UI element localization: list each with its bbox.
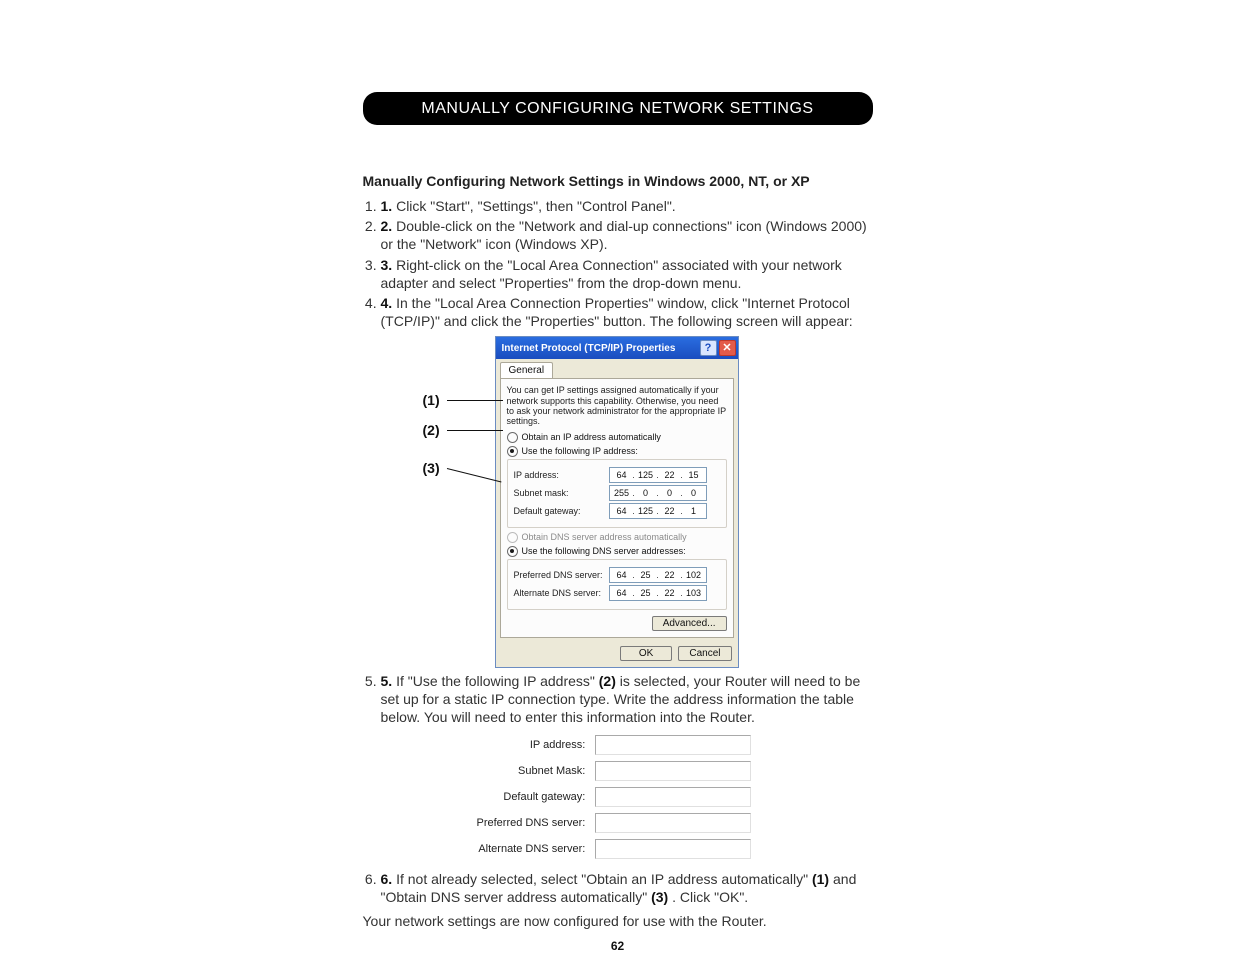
dns-group: Preferred DNS server: 64. 25. 22. 102 Al…	[507, 559, 727, 610]
step-4-text: In the "Local Area Connection Properties…	[381, 295, 853, 329]
radio-obtain-dns: Obtain DNS server address automatically	[507, 532, 727, 543]
ref-2: (2)	[599, 673, 616, 689]
cancel-button[interactable]: Cancel	[678, 646, 731, 661]
radio-obtain-ip-label: Obtain an IP address automatically	[522, 432, 661, 442]
ok-button[interactable]: OK	[620, 646, 672, 661]
step-2: 2. Double-click on the "Network and dial…	[381, 217, 873, 253]
form-adns-field[interactable]	[595, 839, 751, 859]
dialog-title: Internet Protocol (TCP/IP) Properties	[502, 343, 676, 354]
step-1: 1. Click "Start", "Settings", then "Cont…	[381, 197, 873, 215]
radio-obtain-dns-label: Obtain DNS server address automatically	[522, 532, 687, 542]
form-ip-field[interactable]	[595, 735, 751, 755]
radio-obtain-ip[interactable]: Obtain an IP address automatically	[507, 432, 727, 443]
form-mask-field[interactable]	[595, 761, 751, 781]
help-icon[interactable]: ?	[700, 340, 717, 356]
address-form-table: IP address: Subnet Mask: Default gateway…	[473, 732, 756, 862]
step-5: 5. If "Use the following IP address" (2)…	[381, 672, 873, 727]
final-note: Your network settings are now configured…	[363, 913, 873, 929]
dialog-titlebar[interactable]: Internet Protocol (TCP/IP) Properties ? …	[496, 337, 738, 359]
callout-1: (1)	[423, 392, 440, 408]
steps-list-2: 5. If "Use the following IP address" (2)…	[363, 672, 873, 727]
table-row: IP address:	[473, 732, 756, 758]
dialog-description: You can get IP settings assigned automat…	[507, 385, 727, 426]
ref-3: (3)	[651, 889, 668, 905]
table-row: Alternate DNS server:	[473, 836, 756, 862]
radio-icon	[507, 532, 518, 543]
dialog-panel: You can get IP settings assigned automat…	[500, 378, 734, 637]
step-6-text-c: . Click "OK".	[672, 889, 748, 905]
radio-icon	[507, 546, 518, 557]
radio-icon	[507, 432, 518, 443]
tcpip-dialog: Internet Protocol (TCP/IP) Properties ? …	[495, 336, 739, 667]
ip-group: IP address: 64. 125. 22. 15 Subnet mask:…	[507, 459, 727, 528]
radio-use-dns[interactable]: Use the following DNS server addresses:	[507, 546, 727, 557]
steps-list-3: 6. If not already selected, select "Obta…	[363, 870, 873, 906]
tab-bar: General	[496, 359, 738, 378]
form-ip-label: IP address:	[473, 732, 592, 758]
form-gw-label: Default gateway:	[473, 784, 592, 810]
step-6: 6. If not already selected, select "Obta…	[381, 870, 873, 906]
form-pdns-field[interactable]	[595, 813, 751, 833]
step-6-text-a: If not already selected, select "Obtain …	[396, 871, 812, 887]
alternate-dns-label: Alternate DNS server:	[514, 588, 609, 598]
step-5-text-a: If "Use the following IP address"	[396, 673, 599, 689]
table-row: Default gateway:	[473, 784, 756, 810]
step-1-text: Click "Start", "Settings", then "Control…	[396, 198, 676, 214]
table-row: Preferred DNS server:	[473, 810, 756, 836]
form-adns-label: Alternate DNS server:	[473, 836, 592, 862]
preferred-dns-label: Preferred DNS server:	[514, 570, 609, 580]
callout-3: (3)	[423, 460, 440, 476]
page-banner: MANUALLY CONFIGURING NETWORK SETTINGS	[363, 92, 873, 125]
steps-list: 1. Click "Start", "Settings", then "Cont…	[363, 197, 873, 330]
dialog-figure: (1) (2) (3) Internet Protocol (TCP/IP) P…	[363, 336, 873, 667]
step-4: 4. In the "Local Area Connection Propert…	[381, 294, 873, 330]
ip-address-field[interactable]: 64. 125. 22. 15	[609, 467, 707, 483]
step-3: 3. Right-click on the "Local Area Connec…	[381, 256, 873, 292]
callout-2: (2)	[423, 422, 440, 438]
page-number: 62	[363, 939, 873, 953]
subnet-mask-field[interactable]: 255. 0. 0. 0	[609, 485, 707, 501]
default-gateway-label: Default gateway:	[514, 506, 609, 516]
preferred-dns-field[interactable]: 64. 25. 22. 102	[609, 567, 707, 583]
close-icon[interactable]: ✕	[719, 340, 736, 356]
tab-general[interactable]: General	[500, 362, 554, 378]
form-pdns-label: Preferred DNS server:	[473, 810, 592, 836]
subnet-mask-label: Subnet mask:	[514, 488, 609, 498]
section-title: Manually Configuring Network Settings in…	[363, 173, 873, 189]
default-gateway-field[interactable]: 64. 125. 22. 1	[609, 503, 707, 519]
radio-use-ip[interactable]: Use the following IP address:	[507, 446, 727, 457]
step-2-text: Double-click on the "Network and dial-up…	[381, 218, 867, 252]
alternate-dns-field[interactable]: 64. 25. 22. 103	[609, 585, 707, 601]
radio-icon	[507, 446, 518, 457]
radio-use-dns-label: Use the following DNS server addresses:	[522, 546, 686, 556]
radio-use-ip-label: Use the following IP address:	[522, 446, 638, 456]
ref-1: (1)	[812, 871, 829, 887]
form-mask-label: Subnet Mask:	[473, 758, 592, 784]
table-row: Subnet Mask:	[473, 758, 756, 784]
step-3-text: Right-click on the "Local Area Connectio…	[381, 257, 842, 291]
ip-address-label: IP address:	[514, 470, 609, 480]
advanced-button[interactable]: Advanced...	[652, 616, 727, 631]
form-gw-field[interactable]	[595, 787, 751, 807]
